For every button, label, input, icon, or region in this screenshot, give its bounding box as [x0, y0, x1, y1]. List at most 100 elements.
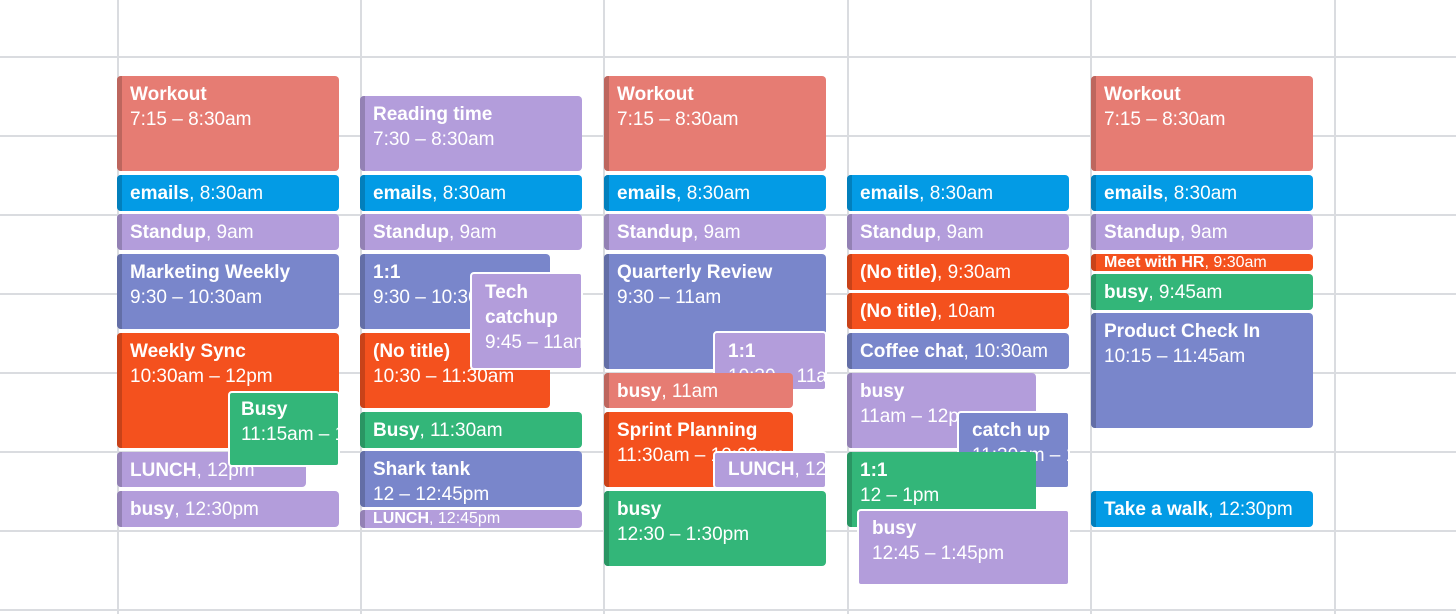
event-color-stripe — [1091, 214, 1096, 250]
event-title: busy — [860, 381, 905, 402]
event-color-stripe — [1091, 254, 1096, 271]
event-title: busy — [617, 381, 662, 402]
event-busy[interactable]: busy 12:30 – 1:30pm — [604, 491, 826, 566]
event-time: , 10:30am — [963, 341, 1048, 362]
event-time: , 9am — [936, 222, 984, 243]
event-lunch[interactable]: LUNCH, 12pm — [713, 451, 827, 489]
event-busy[interactable]: busy, 11am — [604, 373, 793, 408]
event-title: (No title) — [860, 262, 938, 283]
event-color-stripe — [1091, 274, 1096, 310]
event-workout[interactable]: Workout 7:15 – 8:30am — [604, 76, 826, 171]
event-time: 9:30 – 10:30am — [130, 287, 263, 308]
event-time: , 9am — [449, 222, 497, 243]
event-color-stripe — [360, 510, 365, 528]
event-standup[interactable]: Standup, 9am — [847, 214, 1069, 250]
event-color-stripe — [847, 254, 852, 290]
event-time: , 8:30am — [919, 183, 994, 204]
event-color-stripe — [360, 96, 365, 171]
event-workout[interactable]: Workout 7:15 – 8:30am — [1091, 76, 1313, 171]
event-color-stripe — [847, 452, 852, 527]
event-color-stripe — [117, 491, 122, 527]
event-color-stripe — [117, 254, 122, 329]
event-title: Standup — [373, 222, 449, 243]
event-time: 11:15am – 12pm — [241, 424, 338, 445]
event-time: , 12:45pm — [429, 510, 501, 527]
event-emails[interactable]: emails, 8:30am — [1091, 175, 1313, 211]
event-title: Workout — [617, 84, 694, 105]
event-emails[interactable]: emails, 8:30am — [360, 175, 582, 211]
event-standup[interactable]: Standup, 9am — [117, 214, 339, 250]
event-busy[interactable]: Busy, 11:30am — [360, 412, 582, 448]
event-color-stripe — [117, 76, 122, 171]
event-title: LUNCH — [373, 510, 429, 527]
event-title: LUNCH — [130, 460, 197, 481]
event-time: , 11am — [661, 381, 719, 402]
event-title: emails — [373, 183, 433, 204]
event-title: Busy — [373, 420, 420, 441]
event-color-stripe — [360, 175, 365, 211]
event-time: , 11:30am — [419, 420, 503, 441]
event-time: , 9am — [1180, 222, 1228, 243]
event-emails[interactable]: emails, 8:30am — [604, 175, 826, 211]
event-color-stripe — [604, 491, 609, 566]
event-color-stripe — [360, 451, 365, 507]
event-title: Take a walk — [1104, 499, 1209, 520]
event-standup[interactable]: Standup, 9am — [360, 214, 582, 250]
event-title: Shark tank — [373, 459, 471, 480]
event-marketing-weekly[interactable]: Marketing Weekly 9:30 – 10:30am — [117, 254, 339, 329]
event-shark-tank[interactable]: Shark tank 12 – 12:45pm — [360, 451, 582, 507]
event-time: 7:15 – 8:30am — [130, 109, 252, 130]
event-time: , 12pm — [794, 459, 827, 480]
event-color-stripe — [1091, 175, 1096, 211]
event-title: busy — [617, 499, 662, 520]
event-time: 12 – 12:45pm — [373, 484, 490, 505]
event-time: 12:30 – 1:30pm — [617, 524, 750, 545]
event-title: catch up — [972, 420, 1051, 441]
event-time: , 12:30pm — [174, 499, 259, 520]
event-title: emails — [130, 183, 190, 204]
event-no-title[interactable]: (No title), 10am — [847, 293, 1069, 329]
event-lunch[interactable]: LUNCH, 12:45pm — [360, 510, 582, 528]
event-busy[interactable]: Busy 11:15am – 12pm — [228, 391, 340, 467]
event-workout[interactable]: Workout 7:15 – 8:30am — [117, 76, 339, 171]
event-meet-with-hr[interactable]: Meet with HR, 9:30am — [1091, 254, 1313, 271]
event-product-check-in[interactable]: Product Check In 10:15 – 11:45am — [1091, 313, 1313, 428]
event-coffee-chat[interactable]: Coffee chat, 10:30am — [847, 333, 1069, 369]
event-time: 10:30am – 12pm — [130, 366, 273, 387]
event-title: LUNCH — [728, 459, 795, 480]
event-time: 10:15 – 11:45am — [1104, 346, 1246, 367]
event-color-stripe — [604, 254, 609, 369]
event-take-a-walk[interactable]: Take a walk, 12:30pm — [1091, 491, 1313, 527]
event-emails[interactable]: emails, 8:30am — [117, 175, 339, 211]
event-time: , 10am — [937, 301, 996, 322]
event-time: , 9:30am — [937, 262, 1011, 283]
event-busy[interactable]: busy 12:45 – 1:45pm — [857, 509, 1070, 586]
event-time: 7:15 – 8:30am — [617, 109, 739, 130]
event-time: , 8:30am — [189, 183, 264, 204]
event-time: , 9am — [693, 222, 741, 243]
event-title: emails — [617, 183, 677, 204]
event-color-stripe — [117, 452, 122, 487]
event-time: 9:45 – 11am — [485, 332, 583, 353]
event-title: busy — [1104, 282, 1149, 303]
event-color-stripe — [847, 175, 852, 211]
hour-line — [0, 56, 1456, 58]
event-title: (No title) — [860, 301, 938, 322]
event-title: Meet with HR — [1104, 254, 1205, 271]
event-busy[interactable]: busy, 9:45am — [1091, 274, 1313, 310]
event-time: 12 – 1pm — [860, 485, 940, 506]
event-time: , 8:30am — [1163, 183, 1238, 204]
event-emails[interactable]: emails, 8:30am — [847, 175, 1069, 211]
event-title: Sprint Planning — [617, 420, 758, 441]
event-standup[interactable]: Standup, 9am — [604, 214, 826, 250]
event-title: busy — [872, 518, 917, 539]
event-busy[interactable]: busy, 12:30pm — [117, 491, 339, 527]
event-title: Coffee chat — [860, 341, 964, 362]
event-color-stripe — [117, 333, 122, 448]
event-no-title[interactable]: (No title), 9:30am — [847, 254, 1069, 290]
event-tech-catchup[interactable]: Tech catchup 9:45 – 11am — [470, 272, 583, 370]
event-color-stripe — [604, 214, 609, 250]
event-reading-time[interactable]: Reading time 7:30 – 8:30am — [360, 96, 582, 171]
event-time: , 8:30am — [432, 183, 507, 204]
event-standup[interactable]: Standup, 9am — [1091, 214, 1313, 250]
